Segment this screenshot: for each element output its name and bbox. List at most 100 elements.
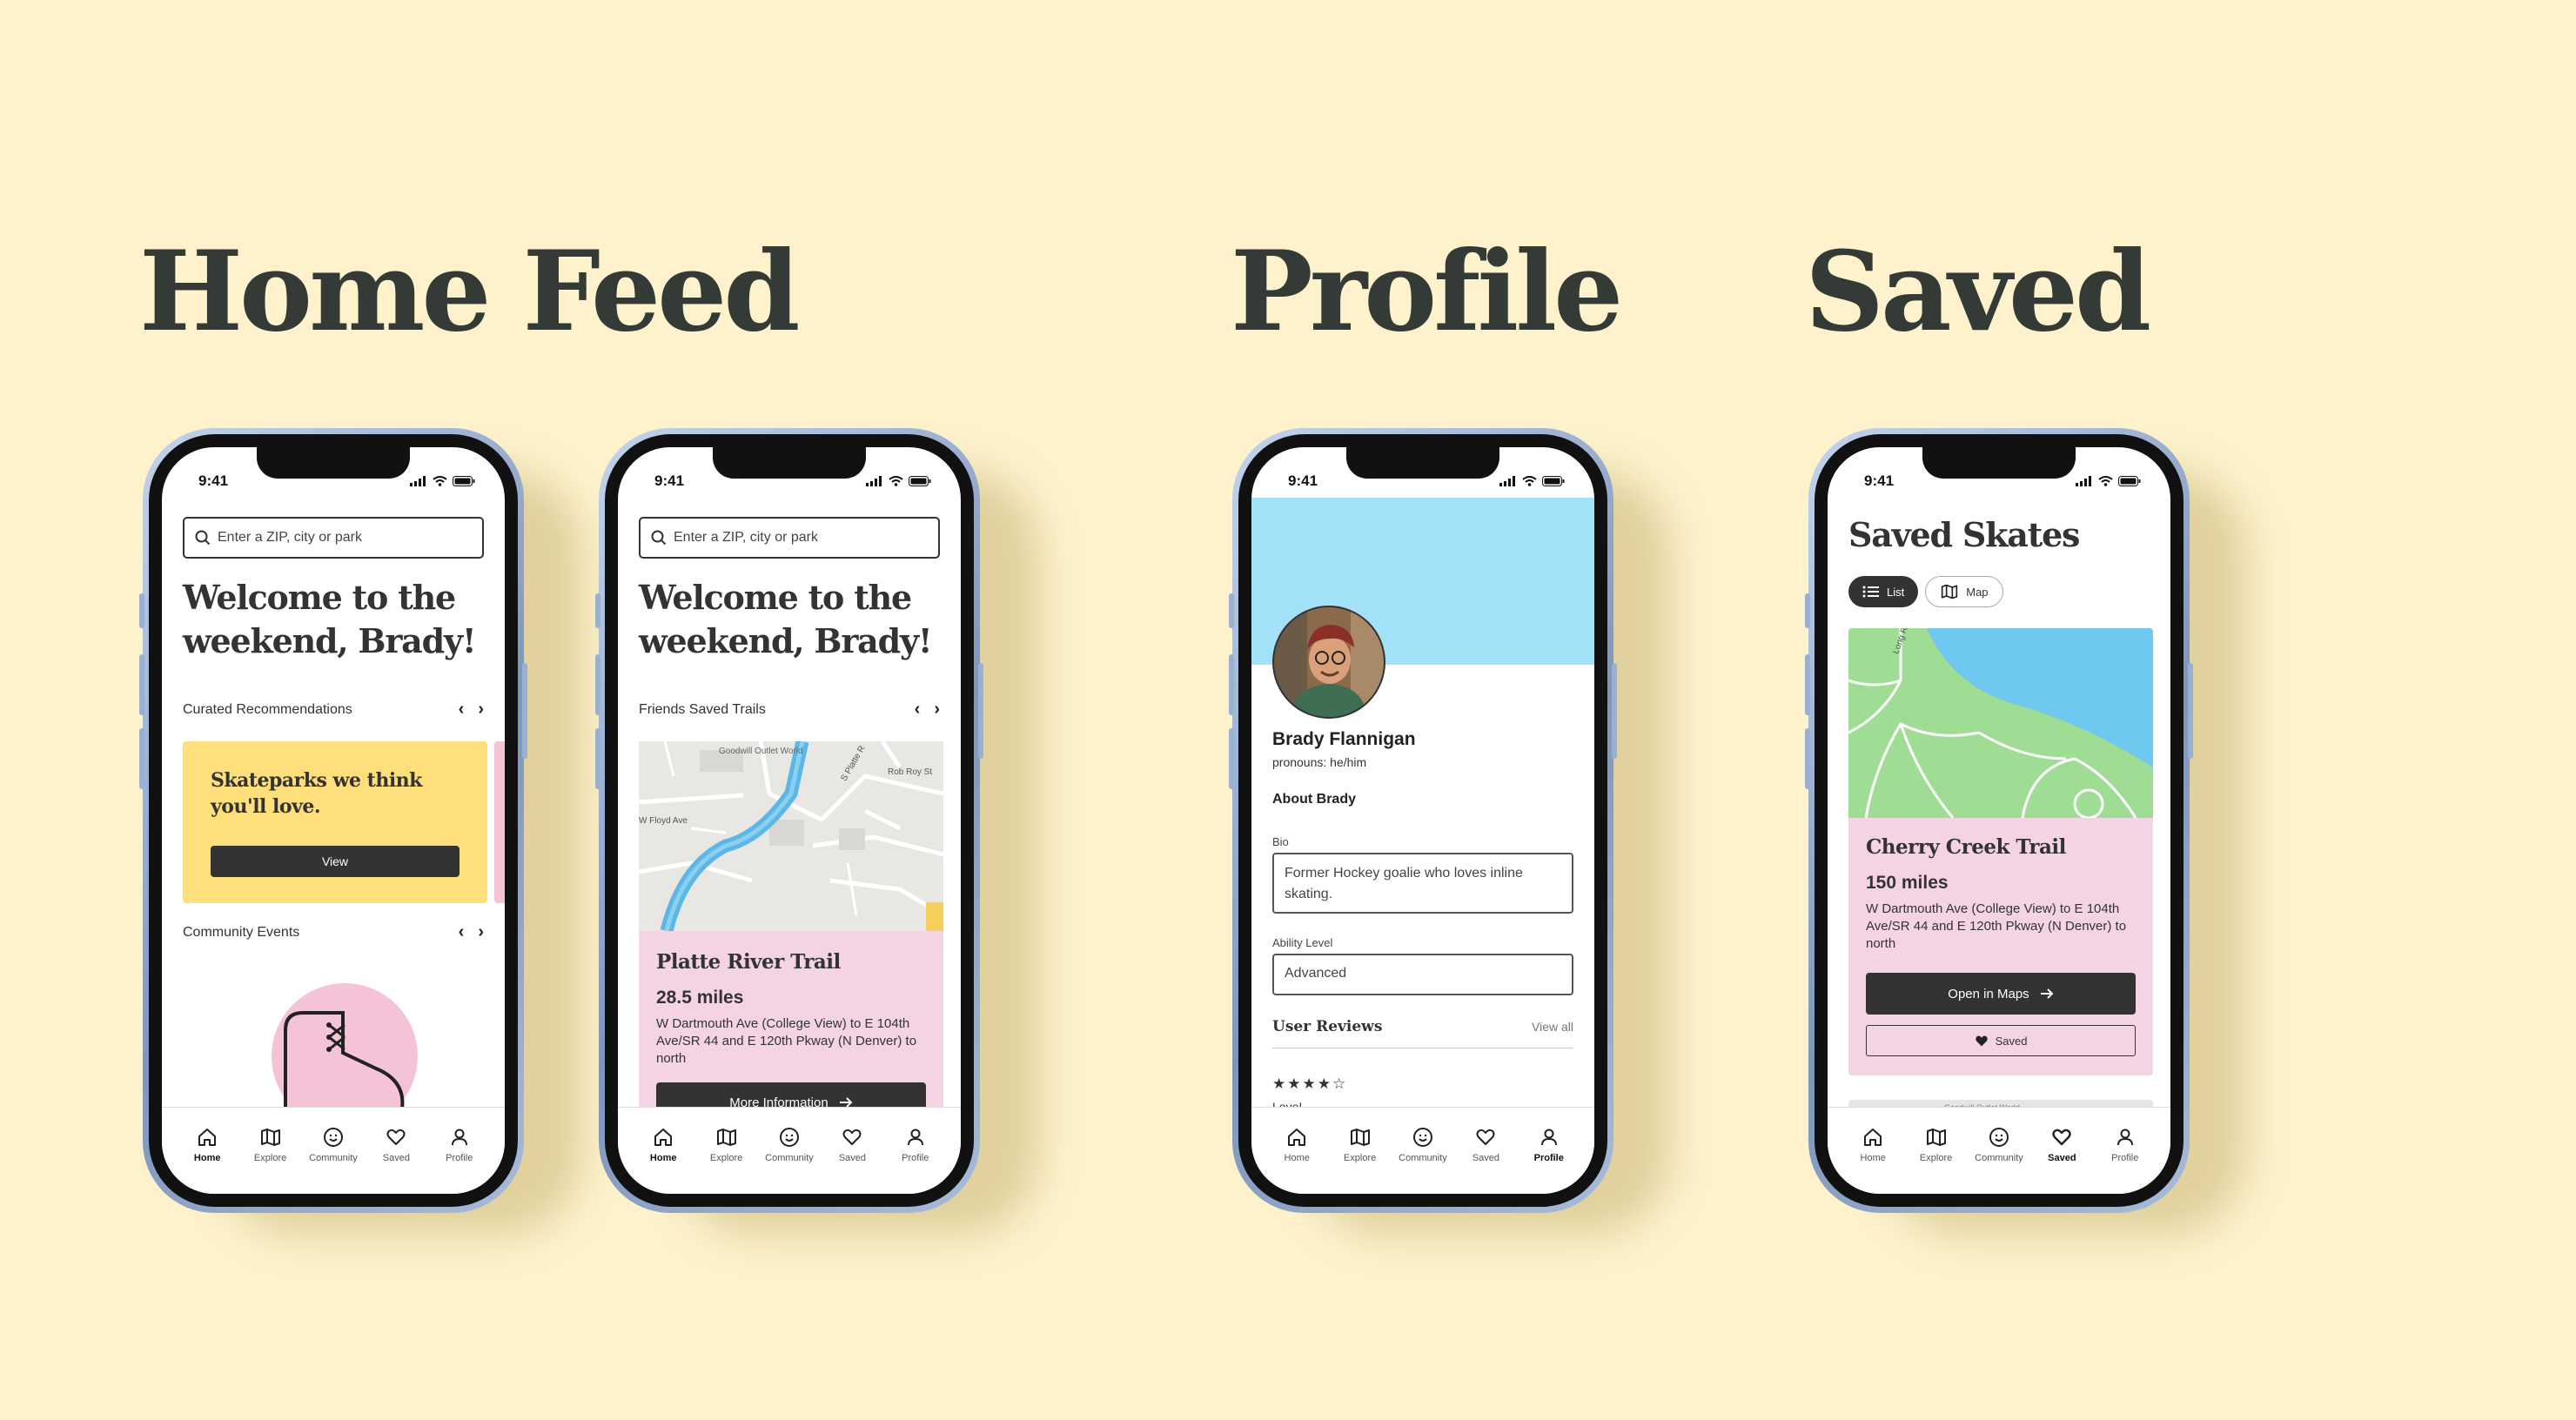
section-title: Curated Recommendations	[183, 701, 352, 717]
tab-saved[interactable]: Saved	[370, 1127, 422, 1163]
view-button[interactable]: View	[211, 846, 460, 877]
toggle-label: List	[1887, 585, 1905, 599]
heart-icon	[842, 1129, 862, 1145]
home-icon	[654, 1129, 673, 1146]
smiley-icon	[1989, 1128, 2009, 1147]
map-toggle-button[interactable]: Map	[1925, 576, 2003, 607]
trail-description: W Dartmouth Ave (College View) to E 104t…	[1866, 901, 2127, 951]
user-icon	[451, 1129, 467, 1146]
search-input[interactable]: Enter a ZIP, city or park	[639, 517, 940, 559]
tab-label: Home	[1284, 1153, 1310, 1163]
chevron-right-icon[interactable]: ›	[478, 922, 484, 942]
reviews-heading: User Reviews	[1272, 1018, 1383, 1035]
friends-section-header: Friends Saved Trails ‹ ›	[639, 700, 940, 720]
user-icon	[2116, 1129, 2133, 1146]
status-time: 9:41	[198, 472, 229, 489]
tab-community[interactable]: Community	[1397, 1127, 1449, 1163]
smiley-icon	[779, 1128, 799, 1147]
tab-explore[interactable]: Explore	[701, 1127, 753, 1163]
status-bar: 9:41	[1828, 470, 2170, 492]
wifi-icon	[2098, 476, 2113, 486]
tab-community[interactable]: Community	[1973, 1127, 2025, 1163]
battery-icon	[909, 476, 931, 486]
chevron-right-icon[interactable]: ›	[934, 700, 940, 720]
home-icon	[1864, 1129, 1882, 1146]
tab-label: Explore	[1343, 1153, 1377, 1163]
chevron-right-icon[interactable]: ›	[478, 700, 484, 720]
avatar[interactable]	[1272, 606, 1385, 719]
tab-saved[interactable]: Saved	[1459, 1127, 1512, 1163]
view-all-link[interactable]: View all	[1532, 1020, 1573, 1034]
tab-community[interactable]: Community	[763, 1127, 815, 1163]
tab-explore[interactable]: Explore	[245, 1127, 297, 1163]
tab-label: Community	[309, 1153, 358, 1163]
phone-home-friends: 9:41 Enter a ZIP, city or park Welcome t…	[595, 428, 983, 1213]
chevron-left-icon[interactable]: ‹	[915, 700, 921, 720]
skateparks-card[interactable]: Skateparks we think you'll love. View	[183, 741, 487, 903]
tab-saved[interactable]: Saved	[2036, 1127, 2088, 1163]
ability-field[interactable]: Advanced	[1272, 954, 1573, 995]
tab-home[interactable]: Home	[637, 1127, 689, 1163]
card-title-line-2: you'll love.	[211, 795, 321, 818]
tab-label: Explore	[1919, 1153, 1953, 1163]
status-time: 9:41	[654, 472, 685, 489]
ability-label: Ability Level	[1272, 936, 1333, 949]
heart-icon	[1476, 1129, 1495, 1145]
wifi-icon	[889, 476, 903, 486]
bio-field[interactable]: Former Hockey goalie who loves inline sk…	[1272, 853, 1573, 914]
trail-miles: 28.5 miles	[656, 988, 744, 1008]
button-label: Saved	[1995, 1034, 2028, 1048]
section-title: Friends Saved Trails	[639, 701, 766, 717]
welcome-line-1: Welcome to the	[183, 578, 456, 617]
next-card-peek[interactable]	[494, 741, 505, 903]
search-input[interactable]: Enter a ZIP, city or park	[183, 517, 484, 559]
review-rating: ★ ★ ★ ★ ☆	[1272, 1075, 1345, 1093]
tab-home[interactable]: Home	[181, 1127, 233, 1163]
tab-community[interactable]: Community	[307, 1127, 359, 1163]
tab-explore[interactable]: Explore	[1334, 1127, 1386, 1163]
trail-card[interactable]: Cherry Creek Trail 150 miles W Dartmouth…	[1848, 818, 2153, 1075]
star-filled-icon: ★	[1317, 1075, 1331, 1092]
star-empty-icon: ☆	[1332, 1075, 1346, 1092]
status-bar: 9:41	[162, 470, 505, 492]
tab-profile[interactable]: Profile	[889, 1127, 942, 1163]
welcome-line-1: Welcome to the	[639, 578, 912, 617]
tab-profile[interactable]: Profile	[1523, 1127, 1575, 1163]
tab-profile[interactable]: Profile	[433, 1127, 486, 1163]
open-in-maps-button[interactable]: Open in Maps	[1866, 973, 2136, 1015]
trail-name: Cherry Creek Trail	[1866, 835, 2066, 859]
trail-map[interactable]: Goodwill Outlet World S Platte R Rob Roy…	[639, 741, 943, 931]
saved-button[interactable]: Saved	[1866, 1025, 2136, 1056]
signal-icon	[410, 476, 426, 486]
welcome-line-2: weekend, Brady!	[183, 621, 477, 660]
tab-bar: Home Explore Community Saved Profile	[1251, 1107, 1594, 1194]
chevron-left-icon[interactable]: ‹	[459, 700, 465, 720]
signal-icon	[2076, 476, 2091, 486]
list-toggle-button[interactable]: List	[1848, 576, 1919, 607]
status-bar: 9:41	[618, 470, 961, 492]
saved-title: Saved Skates	[1848, 515, 2080, 554]
profile-pronouns: pronouns: he/him	[1272, 755, 1367, 769]
tab-label: Community	[1975, 1153, 2023, 1163]
button-label: Open in Maps	[1948, 986, 2029, 1001]
tab-bar: Home Explore Community Saved Profile	[618, 1107, 961, 1194]
tab-saved[interactable]: Saved	[826, 1127, 878, 1163]
chevron-left-icon[interactable]: ‹	[459, 922, 465, 942]
tab-explore[interactable]: Explore	[1910, 1127, 1962, 1163]
tab-label: Profile	[902, 1153, 929, 1163]
status-time: 9:41	[1864, 472, 1895, 489]
tab-home[interactable]: Home	[1847, 1127, 1899, 1163]
home-feed-heading: Home Feed	[139, 227, 800, 356]
map-icon	[260, 1129, 280, 1146]
welcome-title: Welcome to the weekend, Brady!	[183, 576, 477, 663]
tab-label: Saved	[1472, 1153, 1499, 1163]
toggle-label: Map	[1966, 585, 1989, 599]
search-placeholder: Enter a ZIP, city or park	[218, 530, 362, 545]
tab-label: Saved	[2048, 1153, 2076, 1163]
tab-home[interactable]: Home	[1271, 1127, 1323, 1163]
tab-profile[interactable]: Profile	[2099, 1127, 2151, 1163]
tab-label: Explore	[253, 1153, 287, 1163]
tab-label: Explore	[709, 1153, 743, 1163]
trail-map[interactable]: Long Rd	[1848, 628, 2153, 818]
heart-filled-icon	[1975, 1035, 1988, 1047]
